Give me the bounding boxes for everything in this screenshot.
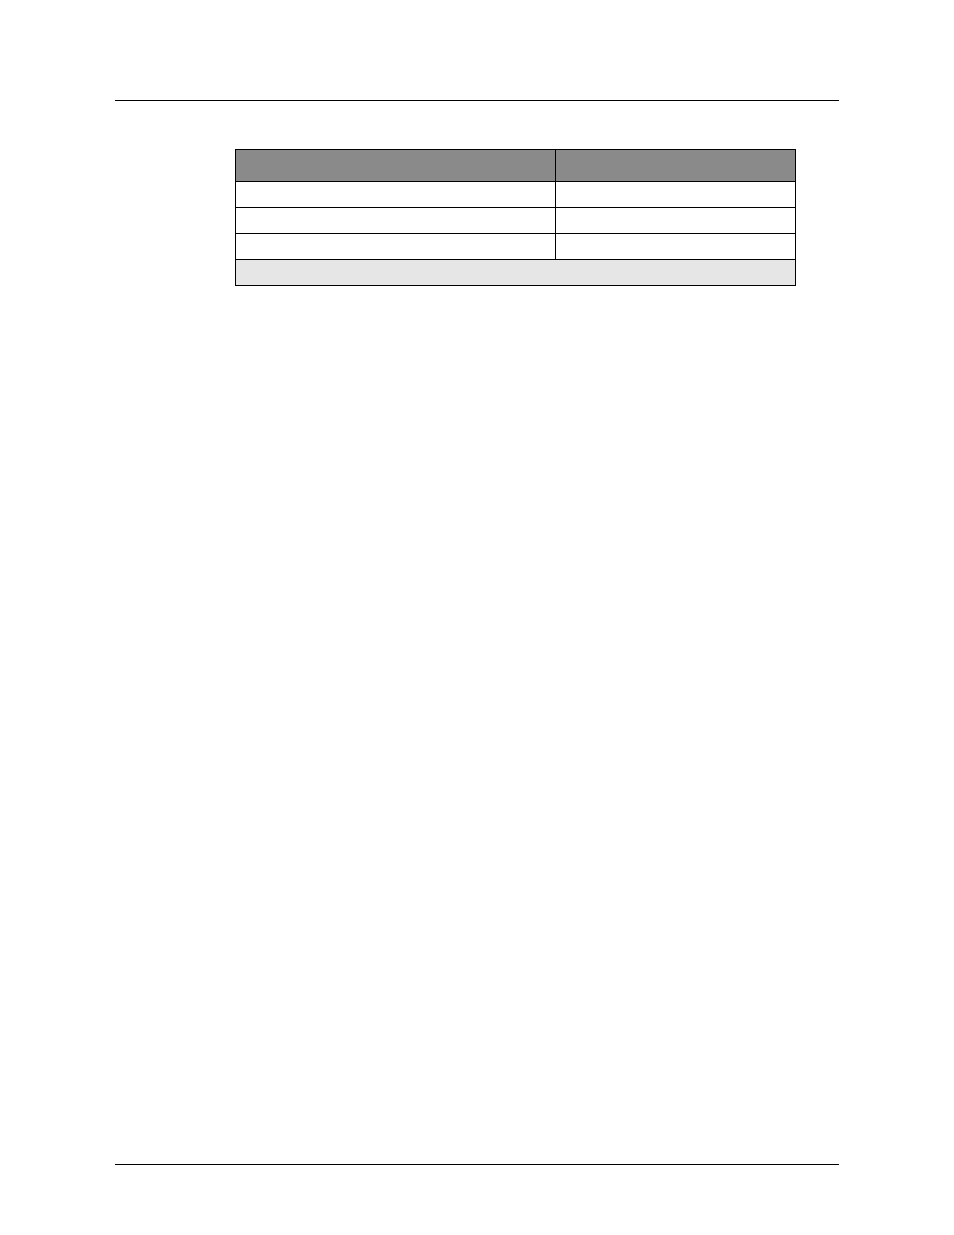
- table-row: [236, 208, 796, 234]
- table-cell: [236, 208, 556, 234]
- table-row: [236, 234, 796, 260]
- header-divider: [115, 100, 839, 101]
- table-container: [235, 149, 795, 286]
- table-cell: [556, 182, 796, 208]
- table-cell: [236, 234, 556, 260]
- table-footer-row: [236, 260, 796, 286]
- data-table: [235, 149, 796, 286]
- table-cell: [556, 208, 796, 234]
- table-cell: [236, 182, 556, 208]
- table-row: [236, 182, 796, 208]
- table-cell: [556, 234, 796, 260]
- table-footer-cell: [236, 260, 796, 286]
- table-header-cell: [236, 150, 556, 182]
- table-header-cell: [556, 150, 796, 182]
- footer-divider: [115, 1164, 839, 1165]
- table-header-row: [236, 150, 796, 182]
